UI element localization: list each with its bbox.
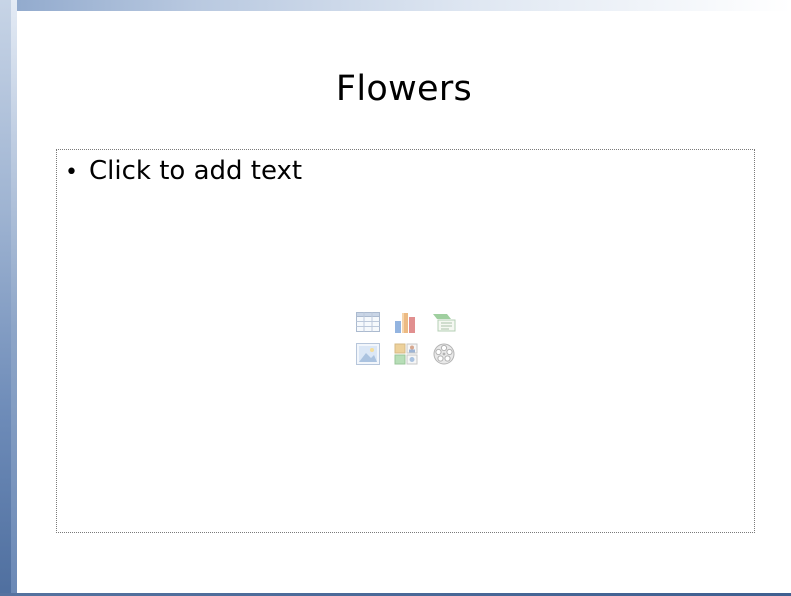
- bullet-dot: •: [65, 160, 78, 185]
- bullet-line[interactable]: • Click to add text: [65, 156, 302, 186]
- insert-smartart-icon[interactable]: [430, 309, 458, 335]
- content-placeholder[interactable]: • Click to add text: [56, 149, 755, 533]
- insert-clipart-icon[interactable]: [392, 341, 420, 367]
- slide: Flowers • Click to add text: [17, 11, 791, 593]
- placeholder-prompt-text: Click to add text: [89, 156, 303, 186]
- insert-chart-icon[interactable]: [392, 309, 420, 335]
- slide-frame-top: [0, 0, 791, 11]
- slide-title[interactable]: Flowers: [17, 69, 791, 109]
- insert-content-icons: [354, 309, 458, 371]
- insert-picture-icon[interactable]: [354, 341, 382, 367]
- slide-canvas: Flowers • Click to add text: [0, 0, 791, 596]
- insert-table-icon[interactable]: [354, 309, 382, 335]
- insert-media-icon[interactable]: [430, 341, 458, 367]
